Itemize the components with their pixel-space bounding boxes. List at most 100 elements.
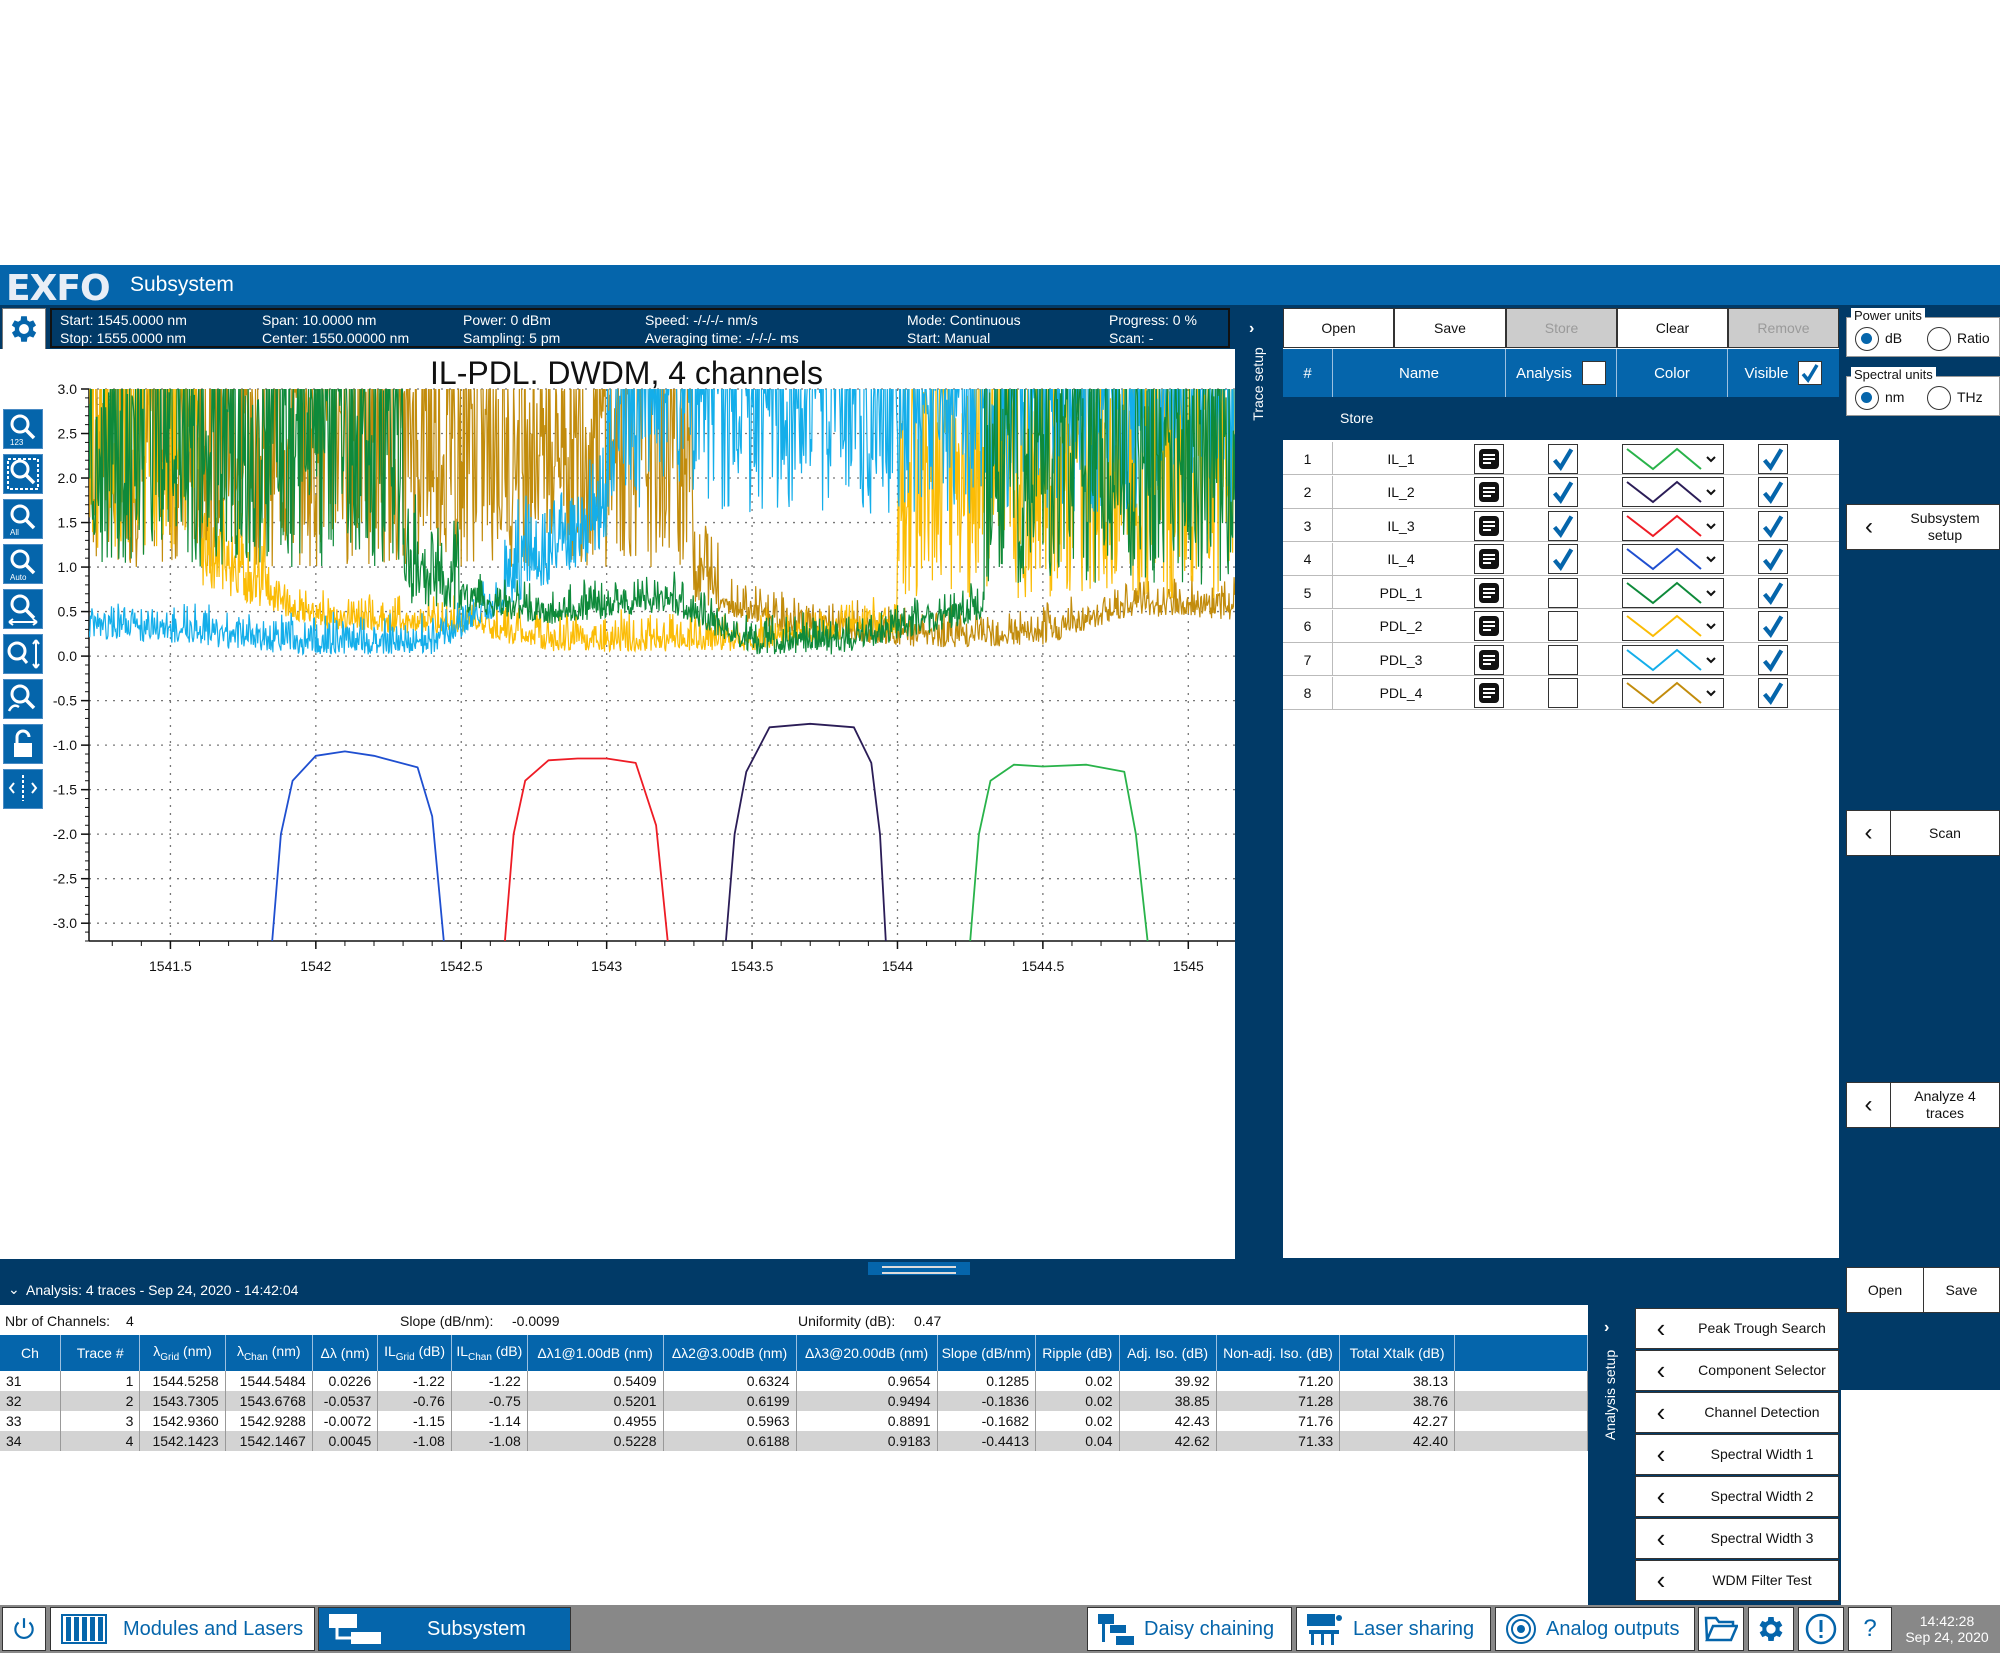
trace-analysis-checkbox[interactable] [1548,644,1578,675]
zoom-value-button[interactable]: 123 [3,409,43,449]
analysis-header[interactable]: ⌄ Analysis: 4 traces - Sep 24, 2020 - 14… [0,1275,1840,1305]
subsystem-setup-button[interactable]: ‹ Subsystem setup [1846,504,2000,550]
settings-button[interactable] [1748,1607,1794,1651]
analysis-setup-channel-detection-button[interactable]: ‹ Channel Detection [1635,1392,1839,1433]
trace-color-dropdown[interactable] [1621,644,1724,675]
trace-visible-checkbox[interactable] [1758,611,1788,641]
lock-button[interactable] [3,724,43,764]
open-folder-button[interactable] [1698,1607,1744,1651]
power-ratio-radio[interactable] [1927,327,1951,351]
store-row[interactable]: Store [1283,397,1839,440]
table-row[interactable]: 31 1 1544.5258 1544.5484 0.0226 -1.22 -1.22 0.5… [0,1371,1588,1391]
trace-info-button[interactable] [1474,477,1504,507]
table-row[interactable]: 34 4 1542.1423 1542.1467 0.0045 -1.08 -1.08 0.5… [0,1431,1588,1451]
col-header[interactable]: Δλ3@20.00dB (nm) [796,1335,938,1371]
analog-outputs-tab[interactable]: Analog outputs [1495,1607,1695,1651]
trace-color-dropdown[interactable] [1621,477,1724,507]
analysis-setup-peak-trough-search-button[interactable]: ‹ Peak Trough Search [1635,1308,1839,1349]
col-header[interactable]: Slope (dB/nm) [937,1335,1037,1371]
trace-analysis-checkbox[interactable] [1548,510,1578,541]
trace-analysis-checkbox[interactable] [1548,611,1578,641]
trace-info-button[interactable] [1474,544,1504,574]
analysis-all-checkbox[interactable] [1581,361,1606,385]
trace-color-dropdown[interactable] [1621,544,1724,574]
trace-info-button[interactable] [1474,611,1504,641]
analysis-setup-spectral-width-1-button[interactable]: ‹ Spectral Width 1 [1635,1434,1839,1475]
trace-info-button[interactable] [1474,644,1504,675]
trace-analysis-checkbox[interactable] [1548,443,1578,474]
analysis-setup-tab[interactable]: › Analysis setup [1588,1305,1633,1605]
spectral-nm-radio[interactable] [1855,386,1879,410]
trace-color-dropdown[interactable] [1621,611,1724,641]
analysis-setup-wdm-filter-test-button[interactable]: ‹ WDM Filter Test [1635,1560,1839,1601]
trace-row[interactable]: 4 IL_4 [1283,542,1839,576]
trace-info-button[interactable] [1474,577,1504,608]
save-traces-button[interactable]: Save [1394,308,1506,348]
trace-visible-checkbox[interactable] [1758,544,1788,574]
trace-info-button[interactable] [1474,510,1504,541]
zoom-auto-button[interactable]: Auto [3,544,43,584]
col-header[interactable]: Δλ2@3.00dB (nm) [663,1335,797,1371]
store-trace-button[interactable]: Store [1506,308,1617,348]
daisy-chaining-tab[interactable]: Daisy chaining [1087,1607,1292,1651]
power-db-radio[interactable] [1855,327,1879,351]
zoom-undo-button[interactable] [3,679,43,719]
analysis-setup-spectral-width-2-button[interactable]: ‹ Spectral Width 2 [1635,1476,1839,1517]
open-traces-button[interactable]: Open [1283,308,1394,348]
trace-color-dropdown[interactable] [1621,577,1724,608]
trace-row[interactable]: 2 IL_2 [1283,475,1839,509]
zoom-all-button[interactable]: All [3,499,43,539]
trace-analysis-checkbox[interactable] [1548,678,1578,708]
visible-all-checkbox[interactable] [1798,361,1823,385]
help-button[interactable]: ? [1848,1607,1892,1651]
subsystem-tab[interactable]: Subsystem [318,1607,571,1651]
col-header[interactable]: Adj. Iso. (dB) [1119,1335,1217,1371]
col-header[interactable]: ILGrid (dB) [377,1335,452,1371]
col-header[interactable]: ILChan (dB) [451,1335,528,1371]
spectrum-chart[interactable]: 3.0 2.5 2.0 1.5 1.0 0.5 0.0 -0.5 -1.0 -1.5 -2.0 -2.… [40,381,1235,991]
trace-color-dropdown[interactable] [1621,443,1724,474]
table-row[interactable]: 32 2 1543.7305 1543.6768 -0.0537 -0.76 -0.75 0.… [0,1391,1588,1411]
clear-traces-button[interactable]: Clear [1617,308,1728,348]
trace-row[interactable]: 7 PDL_3 [1283,643,1839,676]
analysis-open-button[interactable]: Open [1846,1267,1924,1313]
scan-button[interactable]: ‹ Scan [1846,810,2000,856]
trace-analysis-checkbox[interactable] [1548,477,1578,507]
trace-info-button[interactable] [1474,678,1504,708]
trace-row[interactable]: 1 IL_1 [1283,442,1839,475]
col-header[interactable]: λChan (nm) [225,1335,313,1371]
col-header[interactable]: Trace # [60,1335,141,1371]
modules-lasers-tab[interactable]: Modules and Lasers [50,1607,315,1651]
zoom-area-button[interactable] [3,454,43,494]
analysis-save-button[interactable]: Save [1923,1267,2000,1313]
alerts-button[interactable] [1798,1607,1844,1651]
marker-button[interactable] [3,769,43,809]
remove-trace-button[interactable]: Remove [1728,308,1839,348]
col-header[interactable]: λGrid (nm) [139,1335,226,1371]
col-header[interactable]: Δλ1@1.00dB (nm) [527,1335,664,1371]
analyze-button[interactable]: ‹ Analyze 4 traces [1846,1082,2000,1128]
trace-analysis-checkbox[interactable] [1548,577,1578,608]
power-button[interactable] [2,1607,46,1651]
trace-visible-checkbox[interactable] [1758,443,1788,474]
trace-row[interactable]: 5 PDL_1 [1283,576,1839,609]
trace-color-dropdown[interactable] [1621,510,1724,541]
analysis-setup-component-selector-button[interactable]: ‹ Component Selector [1635,1350,1839,1391]
trace-info-button[interactable] [1474,443,1504,474]
table-row[interactable]: 33 3 1542.9360 1542.9288 -0.0072 -1.15 -1.14 0.… [0,1411,1588,1431]
trace-visible-checkbox[interactable] [1758,678,1788,708]
col-header[interactable]: Total Xtalk (dB) [1339,1335,1455,1371]
col-header[interactable]: Non-adj. Iso. (dB) [1216,1335,1341,1371]
col-header[interactable]: Δλ (nm) [312,1335,379,1371]
zoom-horizontal-button[interactable] [3,589,43,629]
trace-setup-tab[interactable]: › Trace setup [1235,308,1280,1258]
trace-row[interactable]: 3 IL_3 [1283,509,1839,542]
trace-visible-checkbox[interactable] [1758,644,1788,675]
acquisition-settings-button[interactable] [2,308,46,350]
laser-sharing-tab[interactable]: Laser sharing [1296,1607,1491,1651]
spectral-thz-radio[interactable] [1927,386,1951,410]
trace-visible-checkbox[interactable] [1758,577,1788,608]
trace-visible-checkbox[interactable] [1758,477,1788,507]
trace-analysis-checkbox[interactable] [1548,544,1578,574]
col-header[interactable]: Ch [0,1335,61,1371]
